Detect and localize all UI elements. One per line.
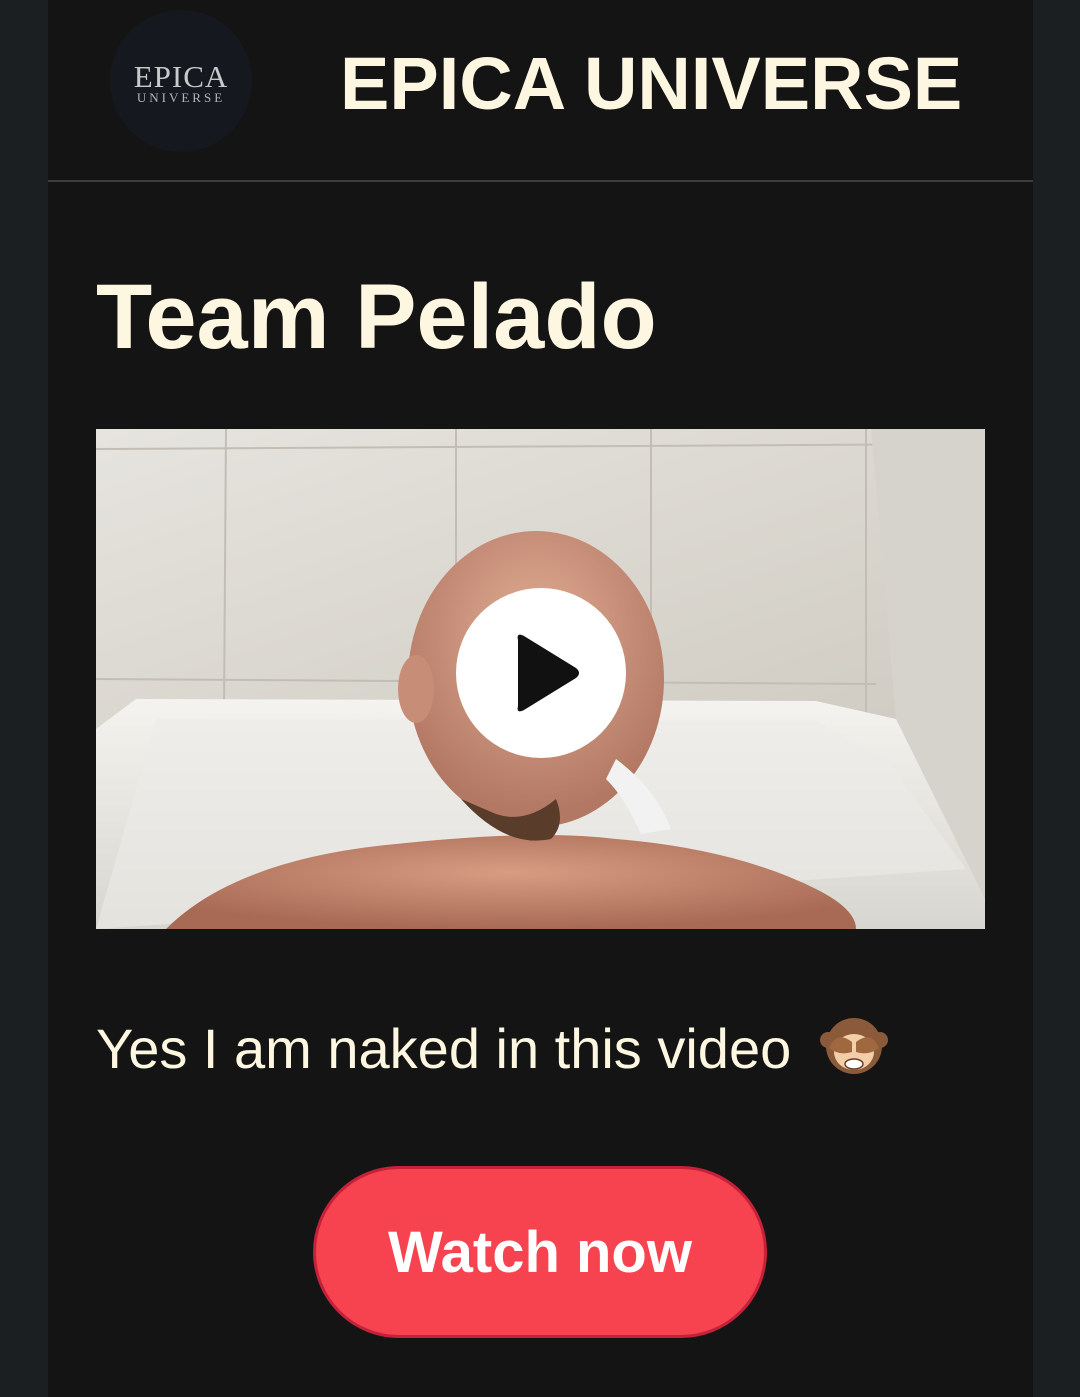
post-title: Team Pelado: [96, 266, 657, 368]
site-title[interactable]: EPICA UNIVERSE: [340, 42, 962, 126]
play-icon: [517, 634, 579, 712]
site-logo[interactable]: EPICA UNIVERSE: [110, 10, 252, 152]
logo-subtitle: UNIVERSE: [136, 90, 226, 105]
caption-text: Yes I am naked in this video: [96, 1016, 792, 1080]
header: EPICA UNIVERSE EPICA UNIVERSE: [48, 0, 1033, 182]
play-button[interactable]: [456, 588, 626, 758]
video-thumbnail[interactable]: [96, 429, 985, 929]
logo-wordmark: EPICA: [133, 59, 229, 94]
watch-now-button[interactable]: Watch now: [313, 1166, 767, 1338]
post-caption: Yes I am naked in this video: [96, 1010, 889, 1096]
email-page: EPICA UNIVERSE EPICA UNIVERSE Team Pelad…: [48, 0, 1033, 1397]
see-no-evil-monkey-icon: [819, 1010, 889, 1096]
